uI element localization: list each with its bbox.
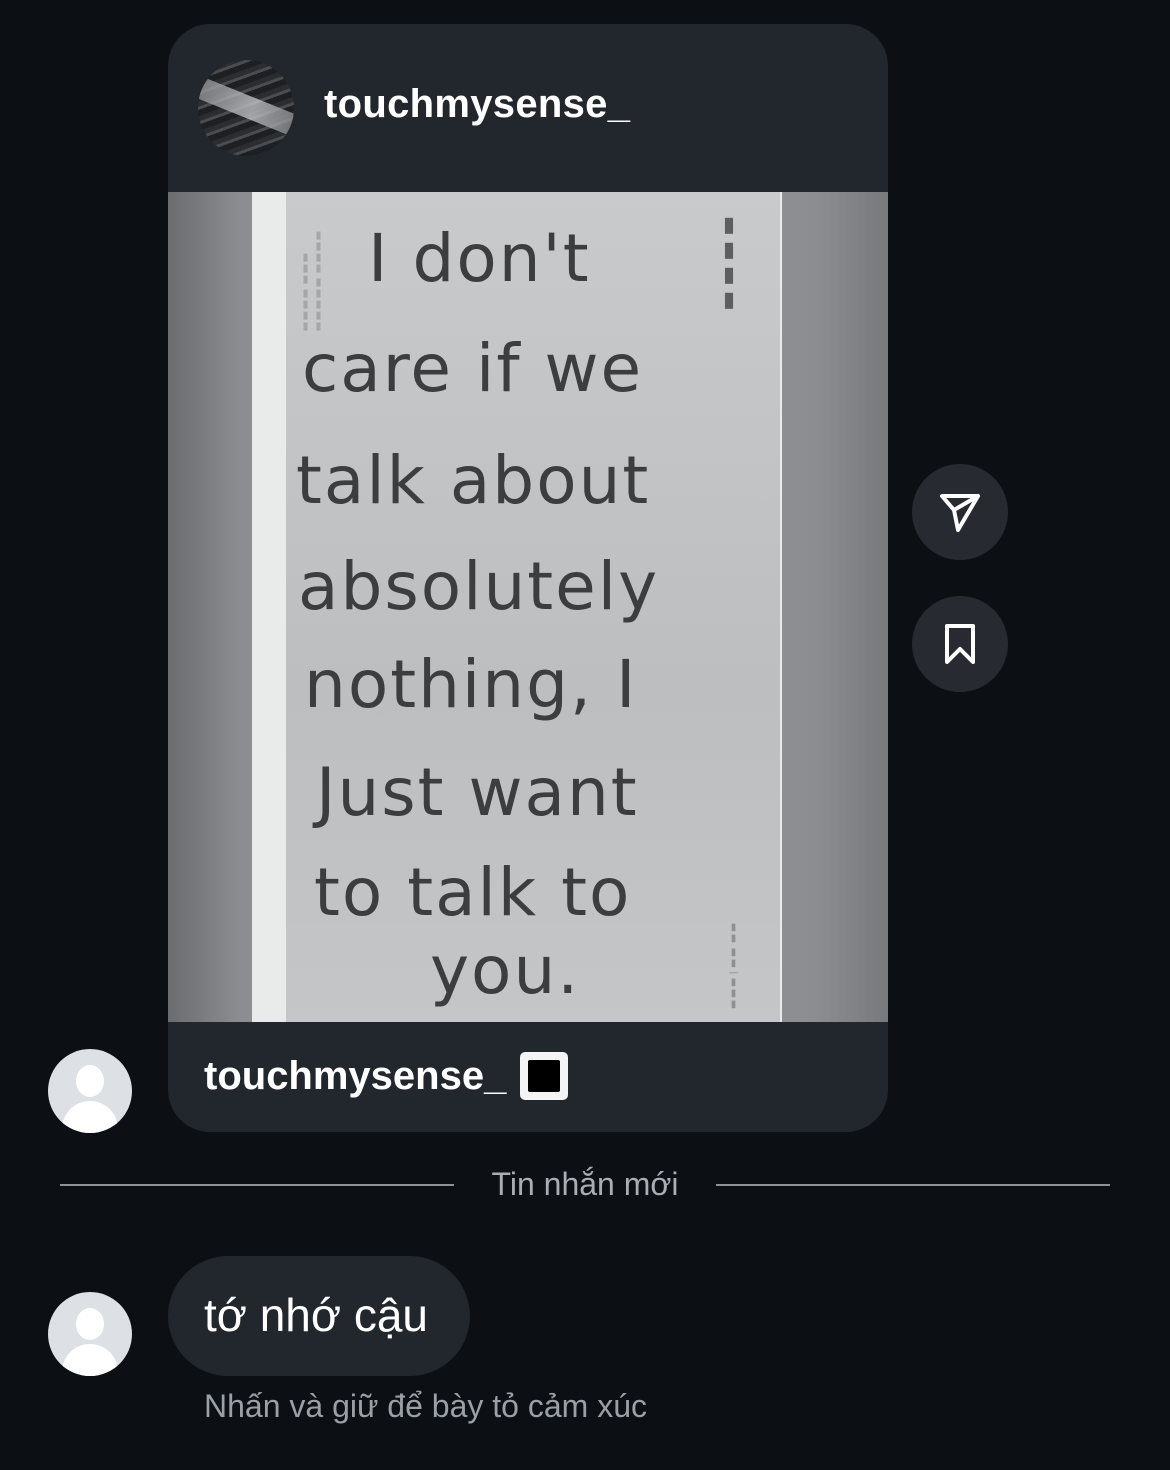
note-text-line: Just want (316, 754, 639, 831)
note-text-line: talk about (296, 442, 651, 519)
new-messages-divider-label: Tin nhắn mới (491, 1166, 679, 1202)
caption-username[interactable]: touchmysense_ (204, 1054, 506, 1099)
black-square-emoji-icon (520, 1052, 569, 1100)
message-text: tớ nhớ cậu (204, 1289, 429, 1341)
post-caption: touchmysense_ (204, 1052, 569, 1100)
paper-small-print: ▮▮ ▮▮ | ▮▮▮ (728, 922, 739, 1010)
note-text-line: care if we (302, 330, 644, 407)
avatar-placeholder-body (62, 1101, 118, 1133)
note-text-line: nothing, I (304, 646, 638, 723)
avatar-placeholder-head (76, 1308, 104, 1340)
note-text-line: you. (430, 932, 581, 1009)
paper-brand-mark: ▮▮▮▮ (717, 212, 739, 312)
divider-line-right (716, 1184, 1110, 1186)
save-post-button[interactable] (912, 596, 1008, 692)
paper-plane-icon (940, 494, 980, 532)
note-text-line: to talk to (314, 854, 632, 931)
paper-side-print: ▮▮▮▮ ▮▮▮ ▮▮▮▮▮ ▮▮▮▮ (300, 230, 324, 332)
post-header[interactable]: touchmysense_ (168, 24, 888, 192)
post-image[interactable]: ▮▮▮▮ ▮▮▮ ▮▮▮▮▮ ▮▮▮▮ ▮▮▮▮ ▮▮ ▮▮ | ▮▮▮ I d… (168, 192, 888, 1022)
post-author-username[interactable]: touchmysense_ (324, 82, 630, 127)
reaction-hint: Nhấn và giữ để bày tỏ cảm xúc (204, 1388, 647, 1424)
note-text-line: I don't (368, 220, 591, 297)
post-author-avatar[interactable] (198, 60, 294, 156)
sender-avatar[interactable] (48, 1049, 132, 1133)
bookmark-icon (945, 624, 975, 664)
avatar-placeholder-head (76, 1065, 104, 1097)
share-post-button[interactable] (912, 464, 1008, 560)
message-bubble[interactable]: tớ nhớ cậu (168, 1256, 470, 1376)
divider-line-left (60, 1184, 454, 1186)
avatar-placeholder-body (62, 1344, 118, 1376)
sender-avatar[interactable] (48, 1292, 132, 1376)
note-text-line: absolutely (298, 548, 660, 625)
shared-post-card[interactable]: touchmysense_ ▮▮▮▮ ▮▮▮ ▮▮▮▮▮ ▮▮▮▮ ▮▮▮▮ ▮… (168, 24, 888, 1132)
